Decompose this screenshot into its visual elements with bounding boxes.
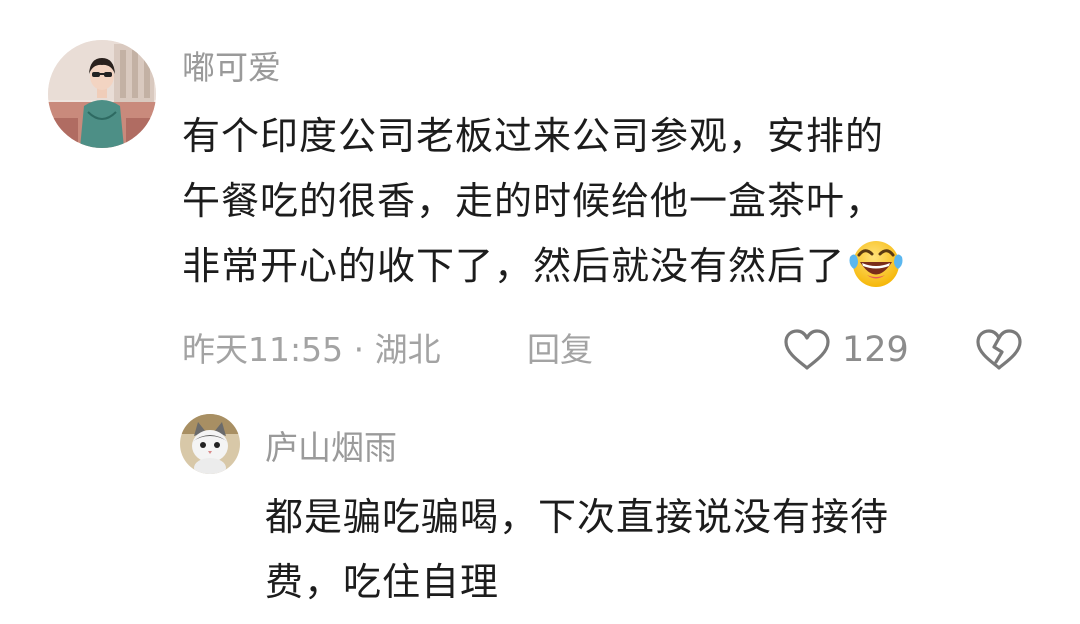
replier-username[interactable]: 庐山烟雨	[265, 428, 397, 468]
avatar-woman-qipao-icon	[48, 40, 156, 148]
commenter-avatar[interactable]	[48, 40, 156, 148]
comment-line: 有个印度公司老板过来公司参观，安排的	[182, 114, 885, 158]
reply-body: 都是骗吃骗喝，下次直接说没有接待 费，吃住自理	[265, 485, 889, 615]
dislike-button[interactable]	[974, 328, 1024, 372]
avatar-cat-icon	[180, 414, 240, 474]
replier-avatar[interactable]	[180, 414, 240, 474]
like-count: 129	[842, 330, 909, 370]
reply-button[interactable]: 回复	[527, 330, 593, 370]
laughing-tears-emoji-icon	[847, 235, 905, 309]
comment-line: 非常开心的收下了，然后就没有然后了	[182, 234, 905, 309]
comment-thread: 嘟可爱 有个印度公司老板过来公司参观，安排的 午餐吃的很香，走的时候给他一盒茶叶…	[0, 0, 1080, 624]
reply-line: 都是骗吃骗喝，下次直接说没有接待	[265, 495, 890, 539]
comment-line: 午餐吃的很香，走的时候给他一盒茶叶，	[182, 179, 885, 223]
comment-body: 有个印度公司老板过来公司参观，安排的 午餐吃的很香，走的时候给他一盒茶叶， 非常…	[182, 104, 905, 309]
broken-heart-icon	[976, 329, 1022, 370]
comment-meta: 昨天11:55 · 湖北	[182, 330, 441, 369]
commenter-username[interactable]: 嘟可爱	[182, 48, 281, 88]
like-button[interactable]: 129	[782, 328, 909, 372]
heart-icon	[784, 329, 830, 370]
reply-line: 费，吃住自理	[265, 560, 500, 604]
